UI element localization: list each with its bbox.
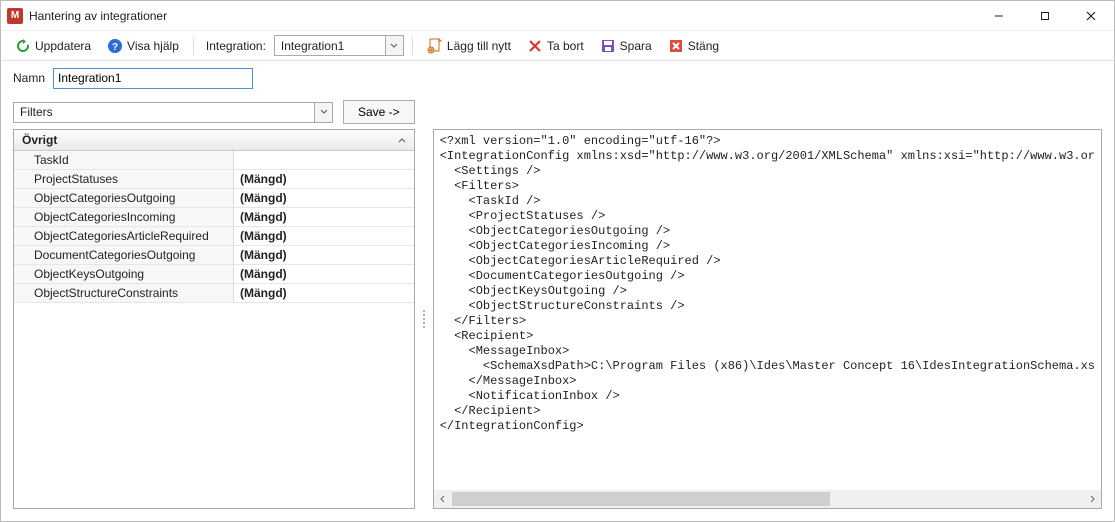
property-key: ProjectStatuses bbox=[14, 170, 234, 188]
toolbar: Uppdatera ? Visa hjälp Integration: Inte… bbox=[1, 31, 1114, 61]
property-value[interactable]: (Mängd) bbox=[234, 265, 414, 283]
property-key: ObjectKeysOutgoing bbox=[14, 265, 234, 283]
chevron-up-icon bbox=[398, 133, 406, 147]
property-row[interactable]: DocumentCategoriesOutgoing(Mängd) bbox=[14, 246, 414, 265]
close-tool-icon bbox=[668, 38, 684, 54]
property-row[interactable]: ObjectCategoriesOutgoing(Mängd) bbox=[14, 189, 414, 208]
window: M Hantering av integrationer Uppdatera ? bbox=[0, 0, 1115, 522]
splitter[interactable] bbox=[421, 129, 427, 509]
close-icon bbox=[1086, 11, 1096, 21]
property-row[interactable]: ProjectStatuses(Mängd) bbox=[14, 170, 414, 189]
group-header-label: Övrigt bbox=[22, 133, 57, 147]
property-value[interactable]: (Mängd) bbox=[234, 189, 414, 207]
help-icon: ? bbox=[107, 38, 123, 54]
delete-icon bbox=[527, 38, 543, 54]
property-row[interactable]: ObjectCategoriesIncoming(Mängd) bbox=[14, 208, 414, 227]
integration-combo[interactable]: Integration1 bbox=[274, 35, 404, 56]
xml-panel: <?xml version="1.0" encoding="utf-16"?> … bbox=[433, 129, 1102, 509]
scrollbar-thumb[interactable] bbox=[452, 492, 831, 506]
property-key: ObjectCategoriesArticleRequired bbox=[14, 227, 234, 245]
property-value[interactable]: (Mängd) bbox=[234, 284, 414, 302]
chevron-down-icon[interactable] bbox=[314, 103, 332, 122]
property-value[interactable]: (Mängd) bbox=[234, 227, 414, 245]
integration-combo-value: Integration1 bbox=[275, 39, 385, 53]
delete-button[interactable]: Ta bort bbox=[521, 36, 590, 56]
property-value[interactable] bbox=[234, 151, 414, 169]
name-row: Namn bbox=[1, 61, 1114, 95]
help-button[interactable]: ? Visa hjälp bbox=[101, 36, 185, 56]
property-grid: Övrigt TaskIdProjectStatuses(Mängd)Objec… bbox=[13, 129, 415, 509]
maximize-button[interactable] bbox=[1022, 1, 1068, 30]
filters-combo[interactable]: Filters bbox=[13, 102, 333, 123]
property-key: ObjectStructureConstraints bbox=[14, 284, 234, 302]
property-value[interactable]: (Mängd) bbox=[234, 246, 414, 264]
property-row[interactable]: ObjectCategoriesArticleRequired(Mängd) bbox=[14, 227, 414, 246]
name-label: Namn bbox=[13, 71, 45, 85]
property-key: ObjectCategoriesIncoming bbox=[14, 208, 234, 226]
property-key: ObjectCategoriesOutgoing bbox=[14, 189, 234, 207]
name-input[interactable] bbox=[53, 68, 253, 89]
save-arrow-button[interactable]: Save -> bbox=[343, 100, 415, 124]
minimize-icon bbox=[994, 11, 1004, 21]
titlebar: M Hantering av integrationer bbox=[1, 1, 1114, 31]
integration-label: Integration: bbox=[202, 39, 270, 53]
property-list: TaskIdProjectStatuses(Mängd)ObjectCatego… bbox=[14, 151, 414, 508]
maximize-icon bbox=[1040, 11, 1050, 21]
property-key: TaskId bbox=[14, 151, 234, 169]
property-row[interactable]: ObjectKeysOutgoing(Mängd) bbox=[14, 265, 414, 284]
close-tool-button[interactable]: Stäng bbox=[662, 36, 725, 56]
save-label: Spara bbox=[620, 39, 652, 53]
delete-label: Ta bort bbox=[547, 39, 584, 53]
main-area: Övrigt TaskIdProjectStatuses(Mängd)Objec… bbox=[1, 129, 1114, 521]
property-value[interactable]: (Mängd) bbox=[234, 208, 414, 226]
filters-combo-value: Filters bbox=[14, 105, 314, 119]
minimize-button[interactable] bbox=[976, 1, 1022, 30]
svg-text:?: ? bbox=[112, 42, 118, 53]
window-buttons bbox=[976, 1, 1114, 30]
property-key: DocumentCategoriesOutgoing bbox=[14, 246, 234, 264]
add-new-label: Lägg till nytt bbox=[447, 39, 511, 53]
toolbar-separator bbox=[412, 37, 413, 55]
xml-viewer[interactable]: <?xml version="1.0" encoding="utf-16"?> … bbox=[434, 130, 1101, 490]
horizontal-scrollbar[interactable] bbox=[434, 490, 1101, 508]
property-row[interactable]: ObjectStructureConstraints(Mängd) bbox=[14, 284, 414, 303]
scroll-right-icon[interactable] bbox=[1083, 490, 1101, 508]
refresh-label: Uppdatera bbox=[35, 39, 91, 53]
toolbar-separator bbox=[193, 37, 194, 55]
save-button[interactable]: Spara bbox=[594, 36, 658, 56]
group-header[interactable]: Övrigt bbox=[14, 130, 414, 151]
save-icon bbox=[600, 38, 616, 54]
close-button[interactable] bbox=[1068, 1, 1114, 30]
refresh-button[interactable]: Uppdatera bbox=[9, 36, 97, 56]
chevron-down-icon[interactable] bbox=[385, 36, 403, 55]
help-label: Visa hjälp bbox=[127, 39, 179, 53]
close-tool-label: Stäng bbox=[688, 39, 719, 53]
add-new-icon bbox=[427, 38, 443, 54]
app-icon: M bbox=[7, 8, 23, 24]
scroll-left-icon[interactable] bbox=[434, 490, 452, 508]
property-row[interactable]: TaskId bbox=[14, 151, 414, 170]
property-value[interactable]: (Mängd) bbox=[234, 170, 414, 188]
scrollbar-track[interactable] bbox=[452, 490, 1083, 508]
window-title: Hantering av integrationer bbox=[29, 9, 976, 23]
refresh-icon bbox=[15, 38, 31, 54]
add-new-button[interactable]: Lägg till nytt bbox=[421, 36, 517, 56]
filters-row: Filters Save -> bbox=[1, 95, 1114, 129]
